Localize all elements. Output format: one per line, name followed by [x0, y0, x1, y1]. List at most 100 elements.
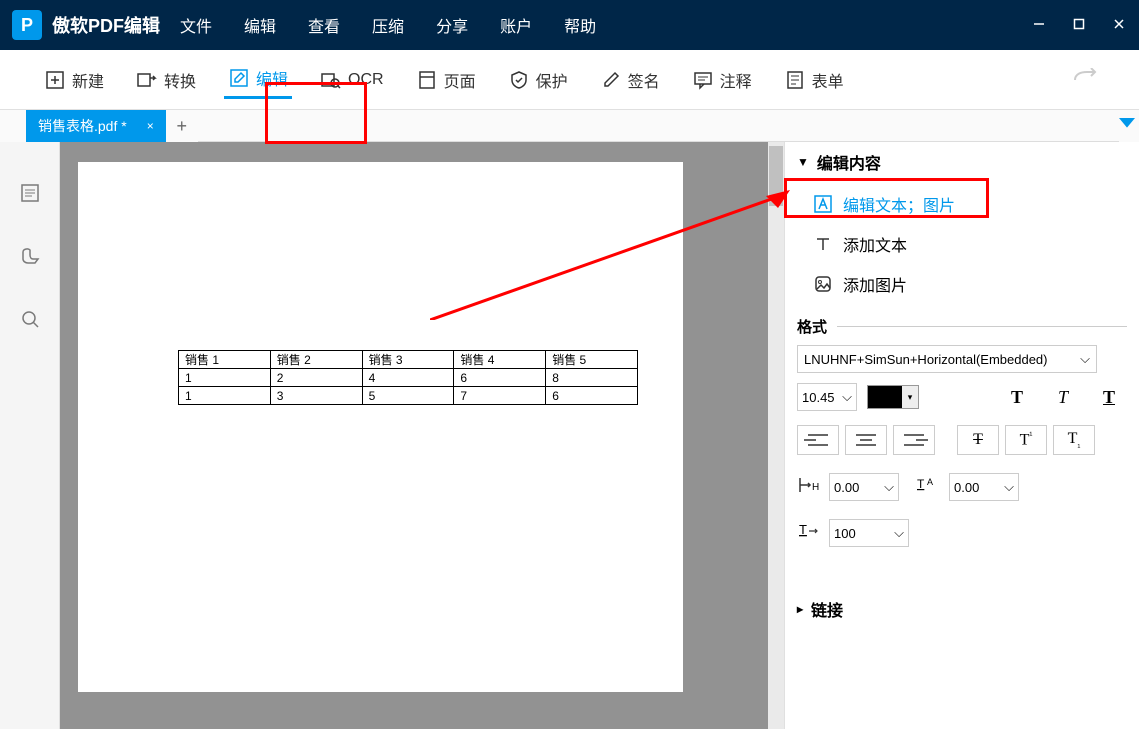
thumbnails-icon[interactable] [19, 182, 41, 209]
char-spacing-icon: H [797, 475, 821, 500]
chevron-down-icon: ⌵ [842, 389, 852, 405]
align-right-button[interactable] [893, 425, 935, 455]
add-text-icon [813, 234, 833, 254]
redo-button[interactable] [1073, 68, 1099, 92]
chevron-down-icon: ⌵ [894, 525, 904, 541]
app-name: 傲软PDF编辑 [52, 12, 160, 38]
add-tab-button[interactable]: + [166, 110, 198, 142]
app-logo: P [12, 10, 42, 40]
horizontal-scale-input[interactable]: 100⌵ [829, 519, 909, 547]
expand-icon: ▸ [797, 602, 803, 616]
menu-account[interactable]: 账户 [500, 13, 532, 37]
left-sidebar [0, 142, 60, 729]
tool-convert-label: 转换 [164, 68, 196, 92]
table-row: 1 2 4 6 8 [179, 369, 638, 387]
line-spacing-input[interactable]: 0.00⌵ [949, 473, 1019, 501]
bookmarks-icon[interactable] [19, 245, 41, 272]
main-area: 销售 1 销售 2 销售 3 销售 4 销售 5 1 2 4 6 8 1 3 5 [0, 142, 1139, 729]
option-add-image[interactable]: 添加图片 [809, 264, 1127, 304]
align-center-button[interactable] [845, 425, 887, 455]
tool-annotate-label: 注释 [720, 68, 752, 92]
link-header[interactable]: ▸ 链接 [797, 597, 1127, 621]
comment-icon [692, 69, 714, 91]
tool-protect-label: 保护 [536, 68, 568, 92]
toolbar: 新建 转换 编辑 OCR 页面 保护 签名 注释 表单 [0, 50, 1139, 110]
tool-ocr[interactable]: OCR [316, 63, 388, 97]
maximize-button[interactable] [1071, 17, 1087, 34]
edit-content-header[interactable]: ▼ 编辑内容 [797, 150, 1127, 174]
tool-new[interactable]: 新建 [40, 62, 108, 98]
window-controls [1031, 17, 1127, 34]
option-edit-text-image[interactable]: 编辑文本；图片 [809, 184, 1127, 224]
svg-text:T: T [799, 522, 807, 537]
plus-icon [44, 69, 66, 91]
svg-text:A: A [927, 477, 933, 487]
tool-edit[interactable]: 编辑 [224, 60, 292, 99]
char-spacing-input[interactable]: 0.00⌵ [829, 473, 899, 501]
chevron-down-icon: ⌵ [1004, 479, 1014, 495]
pdf-page[interactable]: 销售 1 销售 2 销售 3 销售 4 销售 5 1 2 4 6 8 1 3 5 [78, 162, 683, 692]
tab-close-button[interactable]: × [147, 119, 154, 133]
bold-button[interactable]: T [999, 383, 1035, 411]
tool-sign-label: 签名 [628, 68, 660, 92]
horizontal-scale-icon: T [797, 521, 821, 546]
menu-share[interactable]: 分享 [436, 13, 468, 37]
italic-button[interactable]: T [1045, 383, 1081, 411]
tool-edit-label: 编辑 [256, 66, 288, 90]
font-color-picker[interactable]: ▾ [867, 385, 919, 409]
text-edit-icon [813, 194, 833, 214]
line-spacing-icon: TA [917, 475, 941, 500]
canvas-area[interactable]: 销售 1 销售 2 销售 3 销售 4 销售 5 1 2 4 6 8 1 3 5 [60, 142, 784, 729]
svg-text:H: H [812, 482, 819, 493]
sales-table: 销售 1 销售 2 销售 3 销售 4 销售 5 1 2 4 6 8 1 3 5 [178, 350, 638, 405]
menu-edit[interactable]: 编辑 [244, 13, 276, 37]
form-icon [784, 69, 806, 91]
tool-protect[interactable]: 保护 [504, 62, 572, 98]
align-left-button[interactable] [797, 425, 839, 455]
vertical-scrollbar[interactable] [768, 142, 784, 729]
underline-button[interactable]: T [1091, 383, 1127, 411]
titlebar: P 傲软PDF编辑 文件 编辑 查看 压缩 分享 账户 帮助 [0, 0, 1139, 50]
table-header-row: 销售 1 销售 2 销售 3 销售 4 销售 5 [179, 351, 638, 369]
tab-dropdown-icon[interactable] [1119, 118, 1135, 134]
svg-text:T: T [917, 477, 925, 491]
menu-compress[interactable]: 压缩 [372, 13, 404, 37]
tool-convert[interactable]: 转换 [132, 62, 200, 98]
tool-annotate[interactable]: 注释 [688, 62, 756, 98]
pen-icon [600, 69, 622, 91]
font-family-select[interactable]: LNUHNF+SimSun+Horizontal(Embedded) ⌵ [797, 345, 1097, 373]
superscript-button[interactable]: T¹ [1005, 425, 1047, 455]
chevron-down-icon: ⌵ [884, 479, 894, 495]
option-add-text[interactable]: 添加文本 [809, 224, 1127, 264]
collapse-icon: ▼ [797, 155, 809, 169]
menu-help[interactable]: 帮助 [564, 13, 596, 37]
tool-sign[interactable]: 签名 [596, 62, 664, 98]
menu-file[interactable]: 文件 [180, 13, 212, 37]
right-panel: ▼ 编辑内容 编辑文本；图片 添加文本 添加图片 格式 LNUHNF+SimSu… [784, 142, 1139, 729]
pencil-icon [228, 67, 250, 89]
search-icon[interactable] [19, 308, 41, 335]
ocr-icon [320, 69, 342, 91]
format-header: 格式 [797, 316, 1127, 337]
minimize-button[interactable] [1031, 17, 1047, 34]
scroll-thumb[interactable] [769, 146, 783, 206]
page-icon [416, 69, 438, 91]
main-menu: 文件 编辑 查看 压缩 分享 账户 帮助 [180, 13, 596, 37]
convert-icon [136, 69, 158, 91]
table-row: 1 3 5 7 6 [179, 387, 638, 405]
tab-bar: 销售表格.pdf * × + [0, 110, 1139, 142]
tool-page[interactable]: 页面 [412, 62, 480, 98]
document-tab[interactable]: 销售表格.pdf * × [26, 110, 166, 142]
chevron-down-icon: ⌵ [1080, 351, 1090, 367]
strikethrough-button[interactable]: T [957, 425, 999, 455]
tool-ocr-label: OCR [348, 71, 384, 89]
close-button[interactable] [1111, 17, 1127, 34]
subscript-button[interactable]: T₁ [1053, 425, 1095, 455]
add-image-icon [813, 274, 833, 294]
tool-form[interactable]: 表单 [780, 62, 848, 98]
font-size-input[interactable]: 10.45 ⌵ [797, 383, 857, 411]
menu-view[interactable]: 查看 [308, 13, 340, 37]
tab-filename: 销售表格.pdf * [38, 116, 127, 136]
tool-new-label: 新建 [72, 68, 104, 92]
tool-page-label: 页面 [444, 68, 476, 92]
